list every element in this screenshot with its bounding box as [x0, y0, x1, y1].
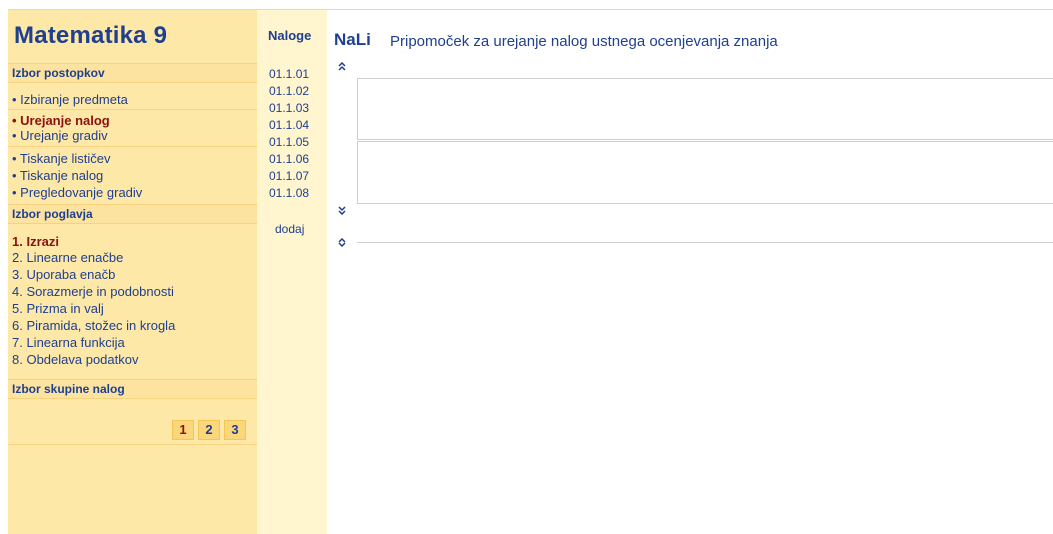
- divider: [8, 146, 257, 147]
- sidebar: Matematika 9 Izbor postopkov • Izbiranje…: [8, 10, 257, 534]
- task-item[interactable]: 01.1.04: [269, 119, 309, 131]
- task-item[interactable]: 01.1.08: [269, 187, 309, 199]
- chapter-item-1[interactable]: 1. Izrazi: [12, 234, 59, 249]
- section-header-poglavja: Izbor poglavja: [8, 204, 257, 224]
- chapter-item-2[interactable]: 2. Linearne enačbe: [12, 250, 123, 265]
- page-button-3[interactable]: 3: [224, 420, 246, 440]
- page-button-2[interactable]: 2: [198, 420, 220, 440]
- task-item[interactable]: 01.1.06: [269, 153, 309, 165]
- nav-item-pregledovanje-gradiv[interactable]: • Pregledovanje gradiv: [12, 185, 142, 200]
- task-item[interactable]: 01.1.07: [269, 170, 309, 182]
- task-item[interactable]: 01.1.02: [269, 85, 309, 97]
- task-item[interactable]: 01.1.03: [269, 102, 309, 114]
- double-chevron-down-icon[interactable]: [338, 206, 346, 218]
- add-task-link[interactable]: dodaj: [275, 222, 304, 236]
- task-item[interactable]: 01.1.01: [269, 68, 309, 80]
- chapter-item-4[interactable]: 4. Sorazmerje in podobnosti: [12, 284, 174, 299]
- nav-item-urejanje-nalog[interactable]: • Urejanje nalog: [12, 113, 110, 128]
- nav-item-tiskanje-listicev[interactable]: • Tiskanje lističev: [12, 151, 110, 166]
- tasks-column: Naloge 01.1.01 01.1.02 01.1.03 01.1.04 0…: [257, 10, 327, 534]
- nav-item-urejanje-gradiv[interactable]: • Urejanje gradiv: [12, 128, 108, 143]
- section-header-postopki: Izbor postopkov: [8, 63, 257, 83]
- divider: [8, 109, 257, 110]
- nav-item-izbiranje-predmeta[interactable]: • Izbiranje predmeta: [12, 92, 128, 107]
- section-header-skupine: Izbor skupine nalog: [8, 379, 257, 399]
- up-down-chevron-icon[interactable]: [338, 237, 346, 250]
- nav-item-tiskanje-nalog[interactable]: • Tiskanje nalog: [12, 168, 103, 183]
- task-text-area-1[interactable]: [357, 78, 1053, 140]
- tasks-header: Naloge: [268, 28, 312, 43]
- task-item[interactable]: 01.1.05: [269, 136, 309, 148]
- chapter-item-8[interactable]: 8. Obdelava podatkov: [12, 352, 138, 367]
- page-button-1[interactable]: 1: [172, 420, 194, 440]
- chapter-item-7[interactable]: 7. Linearna funkcija: [12, 335, 125, 350]
- divider: [357, 242, 1053, 243]
- brand-name: NaLi: [334, 30, 371, 49]
- group-pager: 1 2 3: [172, 420, 246, 440]
- double-chevron-up-icon[interactable]: [338, 61, 346, 74]
- chapter-item-5[interactable]: 5. Prizma in valj: [12, 301, 104, 316]
- chapter-item-6[interactable]: 6. Piramida, stožec in krogla: [12, 318, 175, 333]
- divider: [8, 444, 257, 445]
- task-text-area-2[interactable]: [357, 141, 1053, 204]
- app-title: Matematika 9: [14, 22, 168, 49]
- chapter-item-3[interactable]: 3. Uporaba enačb: [12, 267, 115, 282]
- page-description: Pripomoček za urejanje nalog ustnega oce…: [390, 33, 778, 50]
